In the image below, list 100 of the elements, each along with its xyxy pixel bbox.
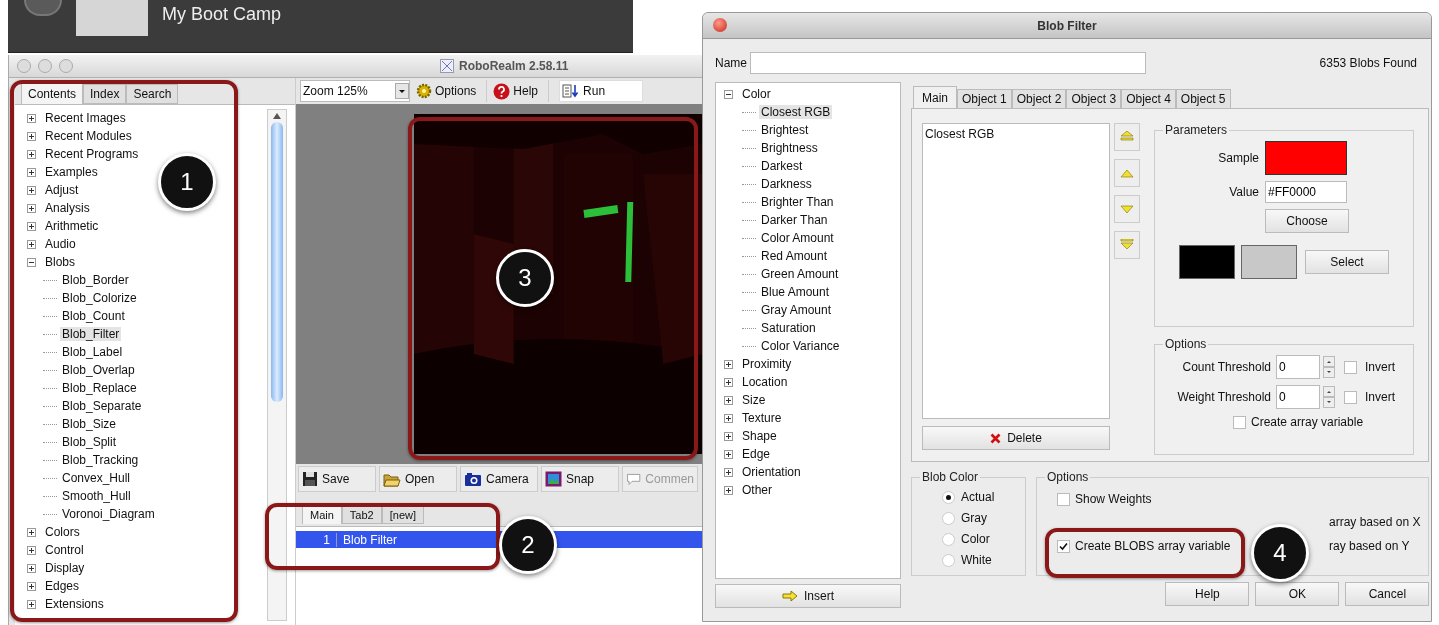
scrollbar[interactable] (267, 109, 287, 621)
plus-box-icon[interactable] (27, 581, 36, 591)
help-button[interactable]: Help (1165, 582, 1250, 606)
tree-item[interactable]: Blob_Split (60, 435, 119, 449)
tree-item[interactable]: Control (43, 543, 86, 557)
tree-item[interactable]: Edge (740, 447, 773, 461)
tree-item[interactable]: Edges (43, 579, 82, 593)
plus-box-icon[interactable] (724, 449, 733, 459)
tree-item[interactable]: Red Amount (759, 249, 830, 263)
tree-item[interactable]: Convex_Hull (60, 471, 133, 485)
color-swatch[interactable] (1179, 245, 1235, 279)
run-button[interactable]: Run (559, 80, 644, 102)
tree-item[interactable]: Color Variance (759, 339, 842, 353)
threshold-field[interactable]: 0 (1276, 385, 1320, 409)
tree-item[interactable]: Darker Than (759, 213, 830, 227)
close-button[interactable] (713, 18, 727, 32)
tab[interactable]: Object 3 (1066, 89, 1122, 108)
tree-item[interactable]: Green Amount (759, 267, 841, 281)
plus-box-icon[interactable] (724, 431, 733, 441)
plus-box-icon[interactable] (724, 485, 733, 495)
plus-box-icon[interactable] (27, 131, 36, 141)
tree-item[interactable]: Color Amount (759, 231, 836, 245)
tree-item[interactable]: Darkest (759, 159, 805, 173)
tree-item[interactable]: Colors (43, 525, 82, 539)
snap-button[interactable]: Snap (541, 466, 619, 492)
tree-item[interactable]: Blob_Replace (60, 381, 139, 395)
tree-item[interactable]: Blob_Separate (60, 399, 144, 413)
tab[interactable]: Object 2 (1011, 89, 1067, 108)
tree-item[interactable]: Saturation (759, 321, 818, 335)
minus-box-icon[interactable] (27, 257, 36, 267)
color-swatch[interactable] (1265, 141, 1347, 175)
tree-item[interactable]: Blob_Size (60, 417, 119, 431)
plus-box-icon[interactable] (27, 527, 36, 537)
tab[interactable]: Object 5 (1175, 89, 1231, 108)
plus-box-icon[interactable] (27, 599, 36, 609)
back-button[interactable] (24, 0, 62, 16)
choose-button[interactable]: Choose (1265, 209, 1349, 233)
checkbox[interactable] (1344, 390, 1357, 404)
plus-box-icon[interactable] (27, 185, 36, 195)
options-button[interactable]: Options (414, 80, 488, 102)
tree-item[interactable]: Extensions (43, 597, 106, 611)
tree-item[interactable]: Gray Amount (759, 303, 834, 317)
plus-box-icon[interactable] (724, 359, 733, 369)
insert-button[interactable]: Insert (715, 584, 901, 608)
tree-item[interactable]: Blue Amount (759, 285, 832, 299)
tree-item[interactable]: Adjust (43, 183, 81, 197)
tree-item[interactable]: Smooth_Hull (60, 489, 133, 503)
plus-box-icon[interactable] (27, 563, 36, 573)
plus-box-icon[interactable] (27, 239, 36, 249)
delete-button[interactable]: Delete (922, 426, 1110, 450)
tree-item[interactable]: Blob_Count (60, 309, 127, 323)
radio-button[interactable] (942, 532, 955, 546)
plus-box-icon[interactable] (27, 167, 36, 177)
tree-item[interactable]: Brighter Than (759, 195, 836, 209)
checkbox[interactable] (1057, 492, 1070, 506)
checkbox[interactable] (1344, 360, 1357, 374)
tree-item[interactable]: Recent Modules (43, 129, 134, 143)
tree-item[interactable]: Orientation (740, 465, 803, 479)
tree-item[interactable]: Darkness (759, 177, 814, 191)
tree-item[interactable]: Size (740, 393, 768, 407)
plus-box-icon[interactable] (27, 149, 36, 159)
tree-item[interactable]: Analysis (43, 201, 92, 215)
tree-item[interactable]: Brightness (759, 141, 820, 155)
tree-item[interactable]: Examples (43, 165, 100, 179)
tree-item[interactable]: Blob_Colorize (60, 291, 139, 305)
color-swatch[interactable] (1241, 245, 1297, 279)
radio-button[interactable] (942, 553, 955, 567)
minus-box-icon[interactable] (724, 89, 733, 99)
ok-button[interactable]: OK (1255, 582, 1340, 606)
cancel-button[interactable]: Cancel (1345, 582, 1430, 606)
tree-item[interactable]: Blobs (43, 255, 78, 269)
threshold-field[interactable]: 0 (1276, 355, 1320, 379)
tree-item[interactable]: Shape (740, 429, 779, 443)
help-button[interactable]: Help (491, 80, 550, 102)
tree-item[interactable]: Brightest (759, 123, 811, 137)
scroll-up-arrow-icon[interactable] (273, 113, 281, 119)
tab[interactable]: Index (83, 84, 127, 104)
tree-item[interactable]: Blob_Filter (60, 327, 122, 341)
plus-box-icon[interactable] (27, 221, 36, 231)
value-field[interactable]: #FF0000 (1265, 181, 1347, 203)
tree-item[interactable]: Recent Images (43, 111, 128, 125)
checkbox[interactable] (1057, 539, 1070, 553)
tree-item[interactable]: Display (43, 561, 87, 575)
tab[interactable]: Search (126, 84, 179, 104)
tab[interactable]: Main (913, 86, 957, 108)
select-button[interactable]: Select (1305, 250, 1389, 274)
zoom-dropdown[interactable]: Zoom 125% (300, 80, 410, 102)
plus-box-icon[interactable] (27, 545, 36, 555)
tree-item[interactable]: Color (740, 87, 773, 101)
tree-item[interactable]: Audio (43, 237, 78, 251)
tab[interactable]: Contents (21, 82, 84, 104)
open-button[interactable]: Open (379, 466, 457, 492)
save-button[interactable]: Save (298, 466, 376, 492)
camera-button[interactable]: Camera (460, 466, 538, 492)
tree-item[interactable]: Closest RGB (759, 105, 833, 119)
plus-box-icon[interactable] (27, 113, 36, 123)
checkbox[interactable] (1233, 415, 1246, 429)
tree-item[interactable]: Recent Programs (43, 147, 141, 161)
tab[interactable]: Object 4 (1121, 89, 1176, 108)
tree-item[interactable]: Texture (740, 411, 784, 425)
